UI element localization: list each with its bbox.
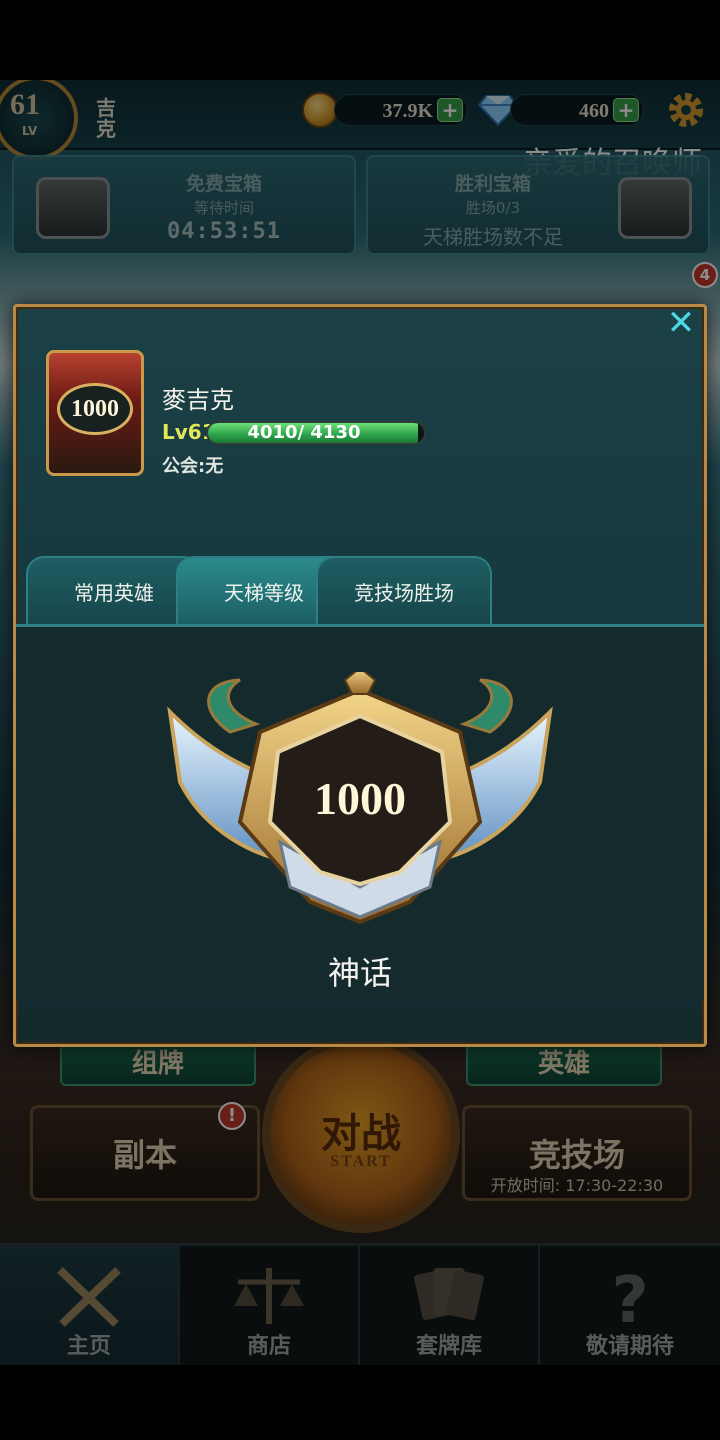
tab-arena-wins[interactable]: 竞技场胜场 <box>316 556 492 626</box>
player-avatar: 1000 <box>46 350 144 476</box>
ladder-rank-name: 神话 <box>327 954 392 992</box>
player-name-full: 麥吉克 <box>162 386 234 414</box>
xp-text: 4010/ 4130 <box>247 422 361 443</box>
avatar-score-badge: 1000 <box>57 383 133 435</box>
close-button[interactable]: ✕ <box>664 306 698 340</box>
guild-text: 公会:无 <box>162 456 224 477</box>
profile-tabs: 常用英雄 天梯等级 竞技场胜场 <box>16 556 704 626</box>
ladder-score: 1000 <box>314 773 406 824</box>
